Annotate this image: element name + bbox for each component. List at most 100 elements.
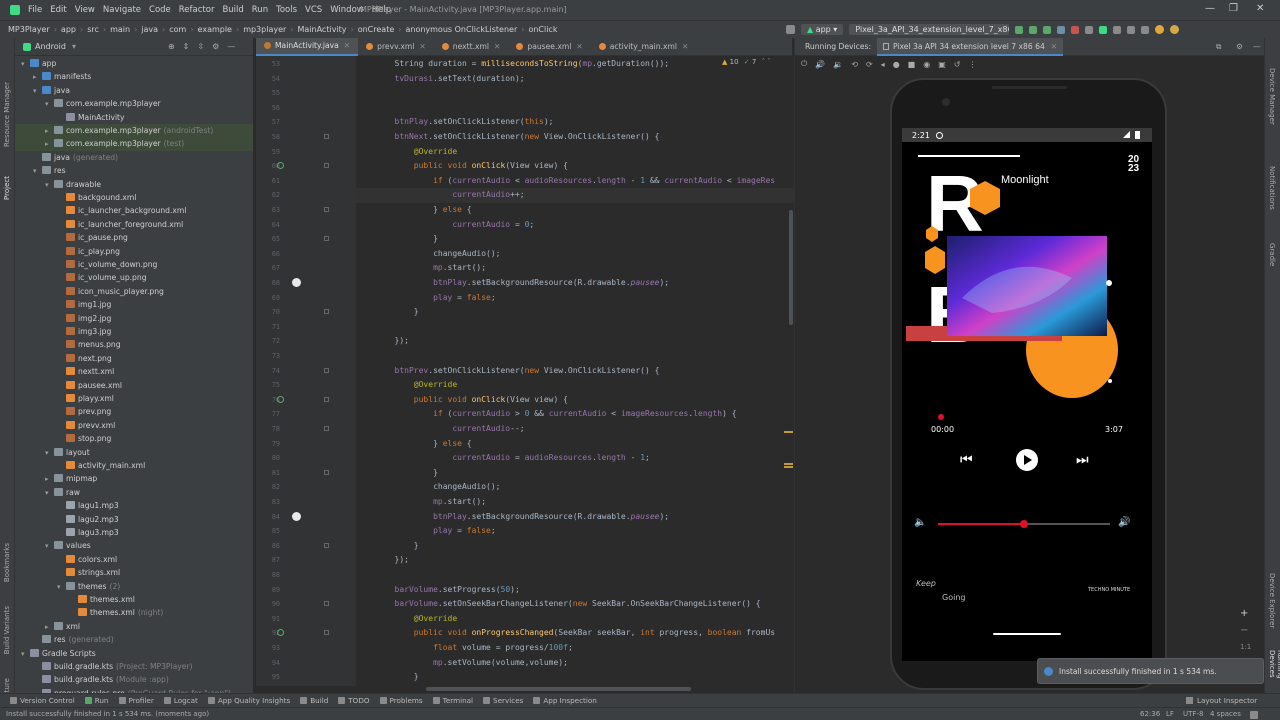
debug-icon[interactable] [1043, 25, 1052, 34]
apply-changes-icon[interactable] [1029, 25, 1038, 34]
gear-icon[interactable]: ⚙ [1236, 42, 1243, 51]
project-tree-item[interactable]: ▾ layout [15, 446, 253, 459]
close-tab-icon[interactable]: ✕ [1051, 42, 1057, 51]
menu-item-vcs[interactable]: VCS [305, 5, 322, 15]
breadcrumb-item[interactable]: example [198, 25, 232, 34]
code-line[interactable]: } else { [356, 437, 472, 452]
volume-thumb[interactable] [1020, 520, 1028, 528]
menu-item-refactor[interactable]: Refactor [179, 5, 215, 15]
device-explorer-tab[interactable]: Device Explorer [1268, 573, 1276, 628]
close-tab-icon[interactable]: ✕ [419, 38, 425, 56]
code-line[interactable]: changeAudio(); [356, 247, 500, 262]
code-line[interactable]: barVolume.setProgress(50); [356, 583, 520, 598]
project-tree-item[interactable]: ic_volume_up.png [15, 271, 253, 284]
tool-window-button[interactable]: Problems [379, 696, 423, 705]
layout-inspector-button[interactable]: Layout Inspector [1186, 696, 1257, 705]
project-tree-item[interactable]: strings.xml [15, 566, 253, 579]
volume-slider[interactable] [938, 520, 1110, 528]
breadcrumb-item[interactable]: app [61, 25, 76, 34]
back-icon[interactable]: ◂ [881, 60, 885, 69]
breadcrumb-item[interactable]: MainActivity [298, 25, 347, 34]
rotate-left-icon[interactable]: ⟲ [851, 60, 858, 69]
hide-panel-icon[interactable]: — [227, 42, 235, 51]
code-line[interactable]: play = false; [356, 524, 496, 539]
tool-window-button[interactable]: Profiler [118, 696, 154, 705]
fold-marker-icon[interactable] [324, 396, 329, 402]
locate-icon[interactable]: ⊕ [168, 42, 175, 51]
project-tree-item[interactable]: playy.xml [15, 392, 253, 405]
gear-icon[interactable]: ⚙ [212, 42, 219, 51]
tool-window-button[interactable]: App Quality Insights [207, 696, 290, 705]
override-marker-icon[interactable] [277, 162, 284, 170]
project-tree-item[interactable]: lagu3.mp3 [15, 526, 253, 539]
override-marker-icon[interactable] [277, 395, 284, 403]
phone-screen[interactable]: 2:21 20 23 R B Moonlight 00:00 3:07 ⏮ ⏭ [902, 128, 1152, 661]
code-line[interactable]: mp.start(); [356, 495, 486, 510]
screen-record-icon[interactable]: ▣ [938, 60, 946, 69]
tool-window-button[interactable]: Logcat [163, 696, 198, 705]
project-tree-item[interactable]: lagu2.mp3 [15, 513, 253, 526]
expand-all-icon[interactable]: ⇕ [183, 42, 190, 51]
project-tree-item[interactable]: ▾ com.example.mp3player [15, 97, 253, 110]
breadcrumb-item[interactable]: onClick [528, 25, 557, 34]
play-button[interactable] [1016, 449, 1038, 471]
chevron-right-icon[interactable]: ▸ [45, 473, 54, 486]
chevron-down-icon[interactable]: ▾ [45, 540, 54, 553]
fold-marker-icon[interactable] [324, 630, 329, 636]
code-line[interactable]: } [356, 466, 438, 481]
breadcrumb-item[interactable]: MP3Player [8, 25, 50, 34]
build-variants-tab[interactable]: Build Variants [3, 606, 11, 654]
zoom-in-icon[interactable]: + [1240, 608, 1248, 619]
project-tree-item[interactable]: prevv.xml [15, 419, 253, 432]
project-tree-item[interactable]: ▾ java [15, 84, 253, 97]
menu-item-window[interactable]: Window [330, 5, 364, 15]
code-line[interactable]: }); [356, 553, 409, 568]
project-tree-item[interactable]: lagu1.mp3 [15, 499, 253, 512]
search-icon[interactable] [1127, 25, 1136, 34]
close-tab-icon[interactable]: ✕ [576, 38, 582, 56]
code-line[interactable]: } [356, 232, 438, 247]
volume-up-icon[interactable]: 🔊 [815, 60, 825, 69]
project-view-select[interactable]: Android [35, 42, 66, 51]
code-line[interactable]: changeAudio(); [356, 480, 500, 495]
rotate-right-icon[interactable]: ⟳ [866, 60, 873, 69]
project-tree-item[interactable]: prev.png [15, 405, 253, 418]
code-line[interactable]: barVolume.setOnSeekBarChangeListener(new… [356, 597, 761, 612]
volume-down-icon[interactable]: 🔈 [914, 517, 926, 528]
drawable-preview-icon[interactable] [292, 278, 301, 287]
sync-icon[interactable] [1085, 25, 1094, 34]
account-icon[interactable] [1170, 25, 1180, 34]
project-tree-item[interactable]: ic_volume_down.png [15, 258, 253, 271]
indent-setting[interactable]: 4 spaces [1210, 710, 1241, 718]
project-tree-item[interactable]: backgound.xml [15, 191, 253, 204]
chevron-down-icon[interactable]: ▾ [45, 98, 54, 111]
code-line[interactable]: play = false; [356, 291, 496, 306]
fold-marker-icon[interactable] [324, 309, 329, 315]
fold-marker-icon[interactable] [324, 542, 329, 548]
project-tree-item[interactable]: ic_launcher_foreground.xml [15, 218, 253, 231]
breadcrumb-item[interactable]: src [87, 25, 99, 34]
bookmarks-tab[interactable]: Bookmarks [3, 543, 11, 582]
horizontal-scrollbar[interactable] [426, 687, 691, 691]
chevron-down-icon[interactable]: ▾ [21, 648, 30, 661]
menu-item-tools[interactable]: Tools [276, 5, 297, 15]
editor-tab[interactable]: prevv.xml ✕ [358, 38, 434, 56]
editor-tab[interactable]: activity_main.xml ✕ [591, 38, 697, 56]
project-tree-item[interactable]: img3.jpg [15, 325, 253, 338]
code-line[interactable]: public void onClick(View view) { [356, 159, 568, 174]
project-tree-item[interactable]: java (generated) [15, 151, 253, 164]
project-tree-item[interactable]: ▾ themes (2) [15, 580, 253, 593]
chevron-down-icon[interactable]: ▾ [45, 447, 54, 460]
project-tree-item[interactable]: res (generated) [15, 633, 253, 646]
chevron-down-icon[interactable]: ▾ [57, 581, 66, 594]
menu-item-view[interactable]: View [75, 5, 95, 15]
lock-icon[interactable] [1250, 711, 1258, 719]
project-tree-item[interactable]: img2.jpg [15, 312, 253, 325]
menu-item-build[interactable]: Build [222, 5, 243, 15]
code-line[interactable]: }); [356, 334, 409, 349]
project-tree-item[interactable]: ic_pause.png [15, 231, 253, 244]
code-line[interactable]: public void onClick(View view) { [356, 393, 568, 408]
volume-up-icon[interactable]: 🔊 [1118, 517, 1130, 528]
editor-tab[interactable]: MainActivity.java ✕ [256, 37, 359, 56]
project-tree-item[interactable]: activity_main.xml [15, 459, 253, 472]
